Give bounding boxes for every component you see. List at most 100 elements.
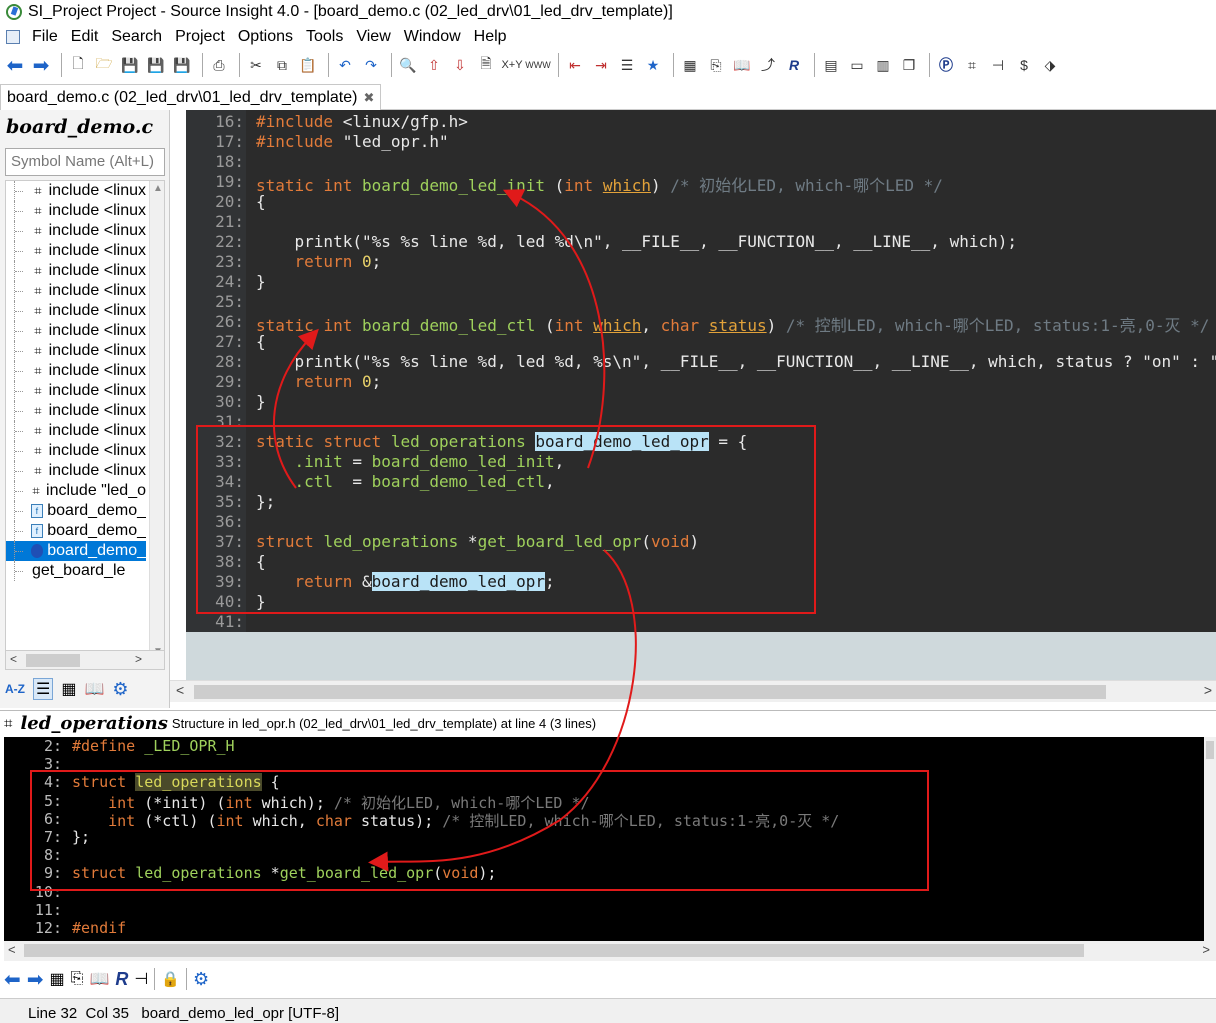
scroll-left-icon[interactable]: < xyxy=(8,942,16,957)
symbol-list-item[interactable]: board_demo_ xyxy=(6,541,146,561)
menu-file[interactable]: File xyxy=(32,28,58,46)
web-search-icon[interactable]: WWW xyxy=(525,54,550,76)
relation-icon[interactable]: R xyxy=(115,969,128,990)
print-icon[interactable]: ⎙ xyxy=(208,54,230,76)
symbol-list-hscroll[interactable]: < > xyxy=(5,650,165,670)
paste-icon[interactable]: 📋 xyxy=(297,54,319,76)
save-as-icon[interactable]: 💾 xyxy=(145,54,167,76)
bookmark-list-icon[interactable]: ☰ xyxy=(616,54,638,76)
search-icon[interactable]: 🔍 xyxy=(397,54,419,76)
scroll-thumb[interactable] xyxy=(26,654,80,667)
symbol-info-icon[interactable]: ▦ xyxy=(679,54,701,76)
settings-gear-icon[interactable]: ⚙ xyxy=(112,679,128,700)
menu-window[interactable]: Window xyxy=(404,28,461,46)
relation-icon[interactable]: R xyxy=(783,54,805,76)
bookmark-star-icon[interactable]: ★ xyxy=(642,54,664,76)
editor-hscroll[interactable]: < > xyxy=(170,680,1216,702)
context-hscroll[interactable]: < > xyxy=(4,941,1216,961)
forward-arrow-icon[interactable]: ➡ xyxy=(30,54,52,77)
symbol-window-icon[interactable]: $ xyxy=(1013,54,1035,76)
menu-help[interactable]: Help xyxy=(474,28,507,46)
symbol-list-item[interactable]: get_board_le xyxy=(6,561,146,581)
code-line[interactable]: return 0; xyxy=(256,252,382,271)
symbol-list-item[interactable]: ⌗ include <linux xyxy=(6,361,146,381)
symbol-list-item[interactable]: ⌗ include <linux xyxy=(6,401,146,421)
book-icon[interactable]: 📖 xyxy=(84,679,104,699)
symbol-list-item[interactable]: ⌗ include "led_o xyxy=(6,481,146,501)
code-line[interactable]: static int board_demo_led_init (int whic… xyxy=(256,172,943,196)
symbol-list-item[interactable]: ⌗ include <linux xyxy=(6,441,146,461)
project-window-icon[interactable]: Ⓟ xyxy=(935,54,957,76)
symbol-list-vscroll[interactable]: ▲ ▼ xyxy=(149,181,164,659)
category-view-icon[interactable]: ▦ xyxy=(61,679,76,699)
clip-window-icon[interactable]: ⬗ xyxy=(1039,54,1061,76)
menu-tools[interactable]: Tools xyxy=(306,28,343,46)
menu-edit[interactable]: Edit xyxy=(71,28,99,46)
scroll-thumb[interactable] xyxy=(24,944,1084,957)
tab-board-demo-c[interactable]: board_demo.c (02_led_drv\01_led_drv_temp… xyxy=(0,84,382,110)
lookup-references-icon[interactable]: 📖 xyxy=(89,969,109,989)
code-line[interactable]: #include "led_opr.h" xyxy=(256,132,449,151)
settings-gear-icon[interactable]: ⚙ xyxy=(193,969,209,990)
symbol-list-item[interactable]: ⌗ include <linux xyxy=(6,341,146,361)
window-cascade-icon[interactable]: ❐ xyxy=(898,54,920,76)
scroll-left-icon[interactable]: < xyxy=(10,652,17,666)
relation-window-icon[interactable]: ⊣ xyxy=(987,54,1009,76)
save-icon[interactable]: 💾 xyxy=(119,54,141,76)
scroll-right-icon[interactable]: > xyxy=(135,652,142,666)
code-line[interactable]: printk("%s %s line %d, led %d, %s\n", __… xyxy=(256,352,1216,371)
save-all-icon[interactable]: 💾 xyxy=(171,54,193,76)
symbol-search-input[interactable]: Symbol Name (Alt+L) xyxy=(5,148,165,176)
list-view-icon[interactable]: ☰ xyxy=(33,678,54,700)
undo-icon[interactable]: ↶ xyxy=(334,54,356,76)
symbol-list-item[interactable]: f board_demo_ xyxy=(6,501,146,521)
scroll-right-icon[interactable]: > xyxy=(1204,682,1212,698)
symbol-list-item[interactable]: ⌗ include <linux xyxy=(6,201,146,221)
code-line[interactable]: } xyxy=(256,272,266,291)
code-line[interactable]: { xyxy=(256,332,266,351)
new-file-icon[interactable]: 🗋 xyxy=(67,54,89,76)
menu-search[interactable]: Search xyxy=(111,28,162,46)
symbol-list-item[interactable]: ⌗ include <linux xyxy=(6,461,146,481)
lookup-references-icon[interactable]: 📖 xyxy=(731,54,753,76)
symbol-list-item[interactable]: f board_demo_ xyxy=(6,521,146,541)
sort-az-icon[interactable]: A-Z xyxy=(5,682,25,696)
symbol-list-item[interactable]: ⌗ include <linux xyxy=(6,321,146,341)
symbol-list-item[interactable]: ⌗ include <linux xyxy=(6,261,146,281)
symbol-list-item[interactable]: ⌗ include <linux xyxy=(6,421,146,441)
symbol-list-item[interactable]: ⌗ include <linux xyxy=(6,281,146,301)
menu-options[interactable]: Options xyxy=(238,28,293,46)
back-arrow-icon[interactable]: ⬅ xyxy=(4,54,26,77)
cut-icon[interactable]: ✂ xyxy=(245,54,267,76)
context-window-icon[interactable]: ⌗ xyxy=(961,54,983,76)
symbol-list-item[interactable]: ⌗ include <linux xyxy=(6,381,146,401)
redo-icon[interactable]: ↷ xyxy=(360,54,382,76)
panel-split-icon[interactable]: ▥ xyxy=(872,54,894,76)
code-line[interactable]: printk("%s %s line %d, led %d\n", __FILE… xyxy=(256,232,1017,251)
back-arrow-icon[interactable]: ⬅ xyxy=(4,967,21,992)
context-code-line[interactable]: #endif xyxy=(72,919,126,937)
scroll-up-icon[interactable]: ▲ xyxy=(153,183,163,194)
code-line[interactable]: { xyxy=(256,192,266,211)
replace-icon[interactable]: X+Y xyxy=(501,54,523,76)
layout-icon[interactable]: ▤ xyxy=(820,54,842,76)
jump-up-icon[interactable]: ⇧ xyxy=(423,54,445,76)
lock-icon[interactable]: 🔒 xyxy=(161,970,180,988)
code-line[interactable]: return 0; xyxy=(256,372,382,391)
jump-down-icon[interactable]: ⇩ xyxy=(449,54,471,76)
scroll-right-icon[interactable]: > xyxy=(1202,942,1210,957)
copy-icon[interactable]: ⧉ xyxy=(271,54,293,76)
bookmark-prev-icon[interactable]: ⇤ xyxy=(564,54,586,76)
symbol-list-item[interactable]: ⌗ include <linux xyxy=(6,181,146,201)
menu-view[interactable]: View xyxy=(356,28,390,46)
code-line[interactable]: #include <linux/gfp.h> xyxy=(256,112,468,131)
symbol-list-item[interactable]: ⌗ include <linux xyxy=(6,301,146,321)
relation-window-icon[interactable]: ⊣ xyxy=(134,969,148,989)
code-line[interactable]: static int board_demo_led_ctl (int which… xyxy=(256,312,1209,336)
search-files-icon[interactable]: 🗎 xyxy=(475,54,497,76)
forward-arrow-icon[interactable]: ➡ xyxy=(27,967,44,992)
call-graph-icon[interactable]: ⤴ xyxy=(757,54,779,76)
jump-definition-icon[interactable]: ⎘ xyxy=(705,54,727,76)
code-line[interactable]: } xyxy=(256,392,266,411)
bookmark-next-icon[interactable]: ⇥ xyxy=(590,54,612,76)
